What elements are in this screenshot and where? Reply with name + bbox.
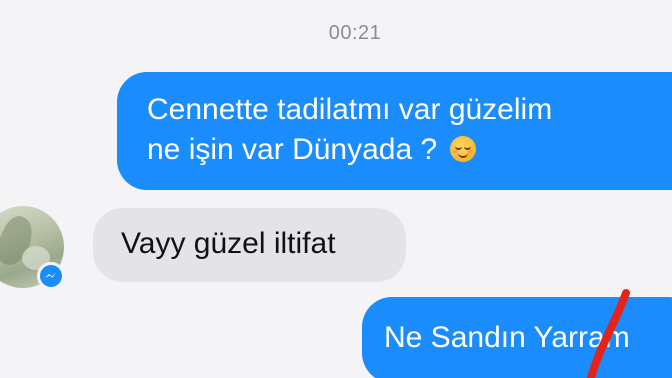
outgoing-message-bubble[interactable]: Cennette tadilatmı var güzelim ne işin v…	[117, 72, 672, 190]
message-timestamp: 00:21	[328, 22, 382, 44]
message-text-line-2-text: ne işin var Dünyada ?	[147, 133, 438, 166]
chat-thread: 00:21 Cennette tadilatmı var güzelim ne …	[0, 0, 672, 378]
message-text-line-2: ne işin var Dünyada ?	[147, 130, 672, 170]
messenger-icon	[37, 262, 65, 290]
incoming-message-bubble[interactable]: Vayy güzel iltifat	[93, 208, 406, 282]
outgoing-message-bubble[interactable]: Ne Sandın Yarram	[362, 297, 672, 378]
smiling-face-emoji-icon	[449, 136, 476, 162]
message-text-line-1: Cennette tadilatmı var güzelim	[147, 93, 553, 126]
